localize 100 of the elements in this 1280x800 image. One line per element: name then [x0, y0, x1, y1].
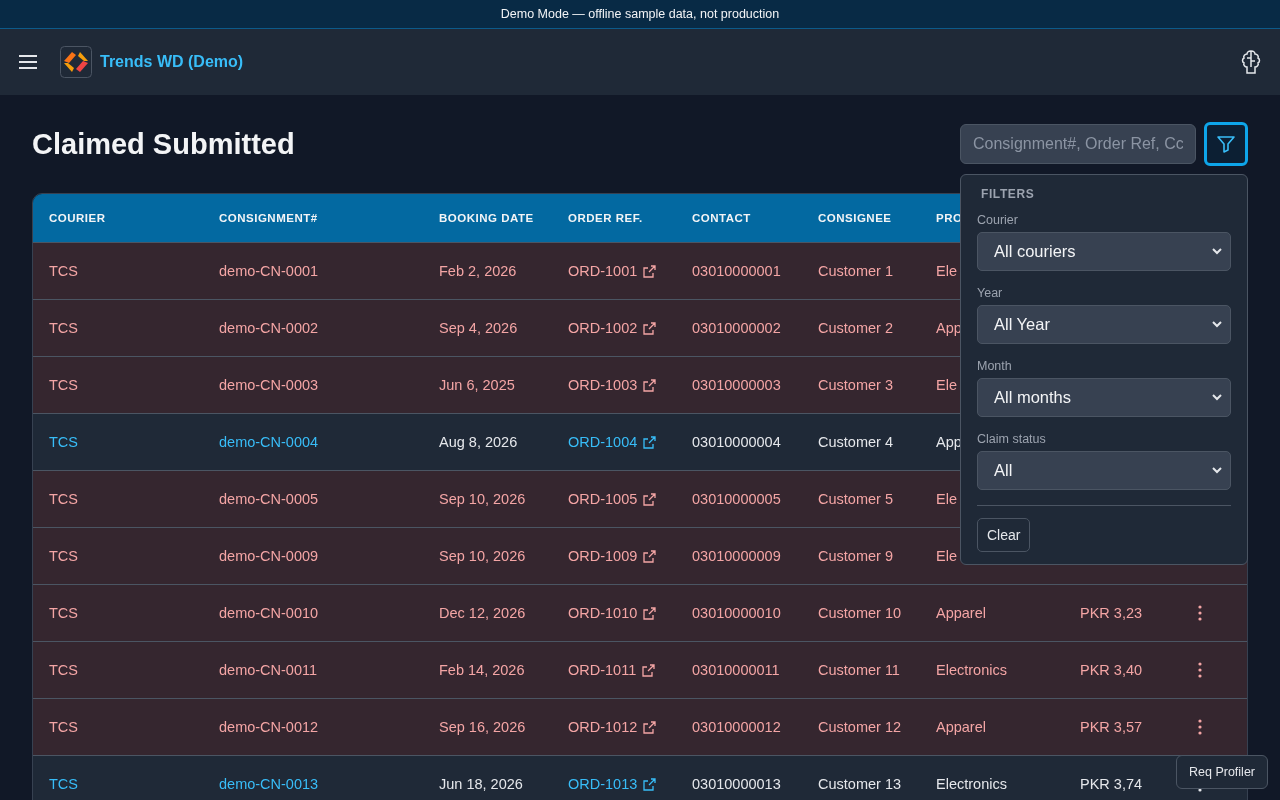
table-cell-text: Customer 1 — [817, 263, 894, 279]
column-header[interactable]: CONTACT — [676, 194, 802, 242]
table-cell-text: Jun 6, 2025 — [438, 377, 516, 393]
more-icon[interactable] — [1198, 662, 1202, 678]
table-cell: Electronics — [936, 662, 1007, 678]
brain-icon[interactable] — [1240, 49, 1262, 75]
table-cell: Apparel — [936, 605, 986, 621]
table-cell-text: TCS — [48, 776, 79, 792]
panel-title: FILTERS — [981, 187, 1036, 201]
external-link-icon[interactable] — [643, 435, 657, 449]
table-cell-text: Sep 10, 2026 — [438, 548, 527, 564]
table-cell-text: demo-CN-0001 — [218, 263, 320, 279]
order-link[interactable]: ORD-1002 — [568, 320, 638, 336]
external-link-icon[interactable] — [643, 492, 657, 506]
column-header[interactable]: CONSIGNEE — [802, 194, 920, 242]
column-header[interactable]: ORDER REF. — [552, 194, 676, 242]
column-header[interactable]: BOOKING DATE — [423, 194, 552, 242]
table-cell-text: Customer 10 — [817, 605, 902, 621]
table-cell-text: Sep 4, 2026 — [438, 320, 519, 336]
clear-button[interactable]: Clear — [977, 518, 1031, 552]
chevron-down-icon — [1212, 321, 1222, 328]
table-cell-text: demo-CN-0010 — [218, 605, 320, 621]
table-cell: Ele — [936, 377, 957, 393]
table-cell-text: Aug 8, 2026 — [438, 434, 519, 450]
app-title[interactable]: Trends WD (Demo) — [100, 53, 244, 71]
table-cell-text: PKR 3,23 — [1079, 605, 1144, 621]
order-link[interactable]: ORD-1013 — [568, 776, 638, 792]
profiler-toast[interactable]: Req Profiler — [1176, 755, 1268, 789]
table-row[interactable]: TCS demo-CN-0012 Sep 16, 2026 ORD-1012 03010000012 Customer 12 Apparel PKR 3,57 — [33, 698, 1247, 755]
order-link[interactable]: ORD-1001 — [568, 263, 638, 279]
table-cell-text: TCS — [48, 320, 79, 336]
table-cell-text: TCS — [48, 548, 79, 564]
table-cell: Electronics — [936, 776, 1007, 792]
search-field[interactable]: Consignment#, Order Ref, Cc — [960, 124, 1196, 164]
field-label: Courier — [977, 213, 1019, 227]
table-cell-text: 03010000005 — [691, 491, 782, 507]
column-header[interactable]: CONSIGNMENT# — [203, 194, 423, 242]
table-cell-text: PKR 3,74 — [1079, 776, 1144, 792]
table-cell-text: Dec 12, 2026 — [438, 605, 527, 621]
order-link[interactable]: ORD-1012 — [568, 719, 638, 735]
table-cell-text: Sep 16, 2026 — [438, 719, 527, 735]
table-cell-text: 03010000013 — [691, 776, 782, 792]
table-cell-text: Customer 2 — [817, 320, 894, 336]
field-label: Month — [977, 359, 1013, 373]
external-link-icon[interactable] — [643, 264, 657, 278]
table-cell: Ele — [936, 263, 957, 279]
order-link[interactable]: ORD-1003 — [568, 377, 638, 393]
external-link-icon[interactable] — [643, 720, 657, 734]
external-link-icon[interactable] — [643, 606, 657, 620]
table-cell-text: 03010000004 — [691, 434, 782, 450]
column-header[interactable]: COURIER — [33, 194, 203, 242]
external-link-icon[interactable] — [643, 378, 657, 392]
order-link[interactable]: ORD-1005 — [568, 491, 638, 507]
select-field[interactable]: All couriers — [977, 232, 1231, 271]
table-cell-text: 03010000012 — [691, 719, 782, 735]
select-field[interactable]: All — [977, 451, 1231, 490]
table-cell-text: TCS — [48, 377, 79, 393]
table-cell-text: demo-CN-0012 — [218, 719, 320, 735]
table-cell-text: Customer 4 — [817, 434, 894, 450]
external-link-icon[interactable] — [643, 321, 657, 335]
external-link-icon[interactable] — [642, 663, 656, 677]
order-link[interactable]: ORD-1011 — [568, 662, 637, 678]
external-link-icon[interactable] — [643, 777, 657, 791]
order-link[interactable]: ORD-1004 — [568, 434, 638, 450]
table-cell-text: demo-CN-0004 — [218, 434, 320, 450]
filter-button[interactable] — [1204, 122, 1248, 166]
select-field[interactable]: All Year — [977, 305, 1231, 344]
table-cell-text: Jun 18, 2026 — [438, 776, 524, 792]
table-cell-text: Feb 2, 2026 — [438, 263, 518, 279]
table-cell-text: TCS — [48, 605, 79, 621]
chevron-down-icon — [1212, 248, 1222, 255]
more-icon[interactable] — [1198, 719, 1202, 735]
table-cell-text: TCS — [48, 491, 79, 507]
table-cell-text: 03010000001 — [691, 263, 782, 279]
select-field[interactable]: All months — [977, 378, 1231, 417]
table-cell-text: Sep 10, 2026 — [438, 491, 527, 507]
table-row[interactable]: TCS demo-CN-0011 Feb 14, 2026 ORD-1011 03010000011 Customer 11 Electronics PKR 3,40 — [33, 641, 1247, 698]
more-icon[interactable] — [1198, 605, 1202, 621]
table-cell-text: 03010000009 — [691, 548, 782, 564]
table-cell-text: demo-CN-0002 — [218, 320, 320, 336]
table-cell-text: Customer 11 — [817, 662, 901, 678]
table-cell-text: TCS — [48, 263, 79, 279]
chevron-down-icon — [1212, 467, 1222, 474]
table-cell-text: Customer 3 — [817, 377, 894, 393]
table-cell-text: PKR 3,40 — [1079, 662, 1144, 678]
logo-icon — [60, 46, 92, 78]
filter-icon — [1216, 134, 1236, 154]
table-cell: Ele — [936, 491, 957, 507]
order-link[interactable]: ORD-1010 — [568, 605, 638, 621]
table-row[interactable]: TCS demo-CN-0010 Dec 12, 2026 ORD-1010 03010000010 Customer 10 Apparel PKR 3,23 — [33, 584, 1247, 641]
order-link[interactable]: ORD-1009 — [568, 548, 638, 564]
table-cell-text: 03010000003 — [691, 377, 782, 393]
table-cell-text: Customer 5 — [817, 491, 894, 507]
external-link-icon[interactable] — [643, 549, 657, 563]
table-cell-text: Customer 9 — [817, 548, 894, 564]
table-cell: Ele — [936, 548, 957, 564]
demo-banner: Demo Mode — offline sample data, not production — [0, 0, 1280, 29]
field-label: Claim status — [977, 432, 1047, 446]
chevron-down-icon — [1212, 394, 1222, 401]
menu-icon[interactable] — [18, 54, 38, 70]
